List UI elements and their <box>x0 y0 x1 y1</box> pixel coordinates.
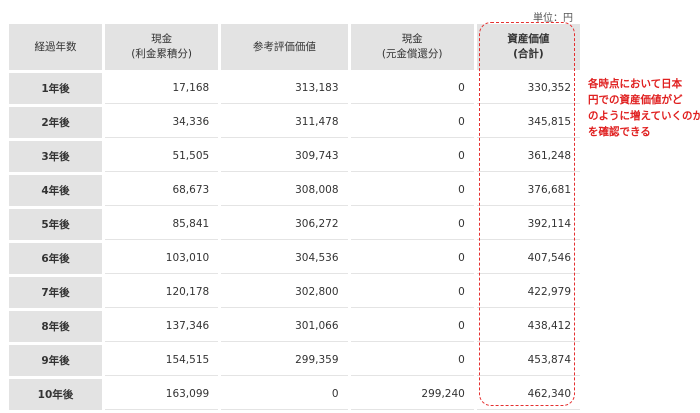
table-row: 7年後 120,178 302,800 0 422,979 <box>9 277 580 308</box>
header-sublabel: (合計) <box>513 48 544 60</box>
header-sublabel: (利金累積分) <box>131 48 192 60</box>
header-label: 資産価値 <box>507 33 550 45</box>
cash-interest-cell: 85,841 <box>104 209 219 240</box>
total-asset-value-cell: 392,114 <box>476 209 580 240</box>
total-asset-value-cell: 453,874 <box>476 345 580 376</box>
year-cell: 2年後 <box>9 107 102 138</box>
table-row: 9年後 154,515 299,359 0 453,874 <box>9 345 580 376</box>
cash-principal-cell: 0 <box>350 345 474 376</box>
cash-interest-cell: 137,346 <box>104 311 219 342</box>
year-cell: 8年後 <box>9 311 102 342</box>
year-cell: 5年後 <box>9 209 102 240</box>
table-header-row: 経過年数 現金 (利金累積分) 参考評価価値 現金 (元金償還分) 資産価値 (… <box>9 24 580 70</box>
cash-interest-cell: 120,178 <box>104 277 219 308</box>
header-label: 参考評価価値 <box>252 40 316 53</box>
header-sublabel: (元金償還分) <box>381 48 443 60</box>
header-reference-value: 参考評価価値 <box>221 24 348 70</box>
reference-value-cell: 306,272 <box>221 209 348 240</box>
reference-value-cell: 304,536 <box>221 243 348 274</box>
year-cell: 9年後 <box>9 345 102 376</box>
cash-principal-cell: 0 <box>350 277 474 308</box>
table-row: 6年後 103,010 304,536 0 407,546 <box>9 243 580 274</box>
callout-line: 円での資産価値がど <box>588 94 683 106</box>
cash-interest-cell: 163,099 <box>104 379 219 410</box>
callout-note: 各時点において日本 円での資産価値がど のように増えていくのか を確認できる <box>588 76 700 140</box>
cash-interest-cell: 51,505 <box>104 141 219 172</box>
reference-value-cell: 299,359 <box>221 345 348 376</box>
reference-value-cell: 311,478 <box>221 107 348 138</box>
year-cell: 10年後 <box>9 379 102 410</box>
header-label: 経過年数 <box>34 40 77 53</box>
cash-principal-cell: 299,240 <box>350 379 474 410</box>
header-label: 現金 <box>151 33 173 45</box>
year-cell: 6年後 <box>9 243 102 274</box>
cash-principal-cell: 0 <box>350 243 474 274</box>
year-cell: 4年後 <box>9 175 102 206</box>
year-cell: 3年後 <box>9 141 102 172</box>
header-cash-principal: 現金 (元金償還分) <box>350 24 474 70</box>
cash-interest-cell: 17,168 <box>104 73 219 104</box>
table-row: 5年後 85,841 306,272 0 392,114 <box>9 209 580 240</box>
cash-principal-cell: 0 <box>350 73 474 104</box>
asset-value-table: 経過年数 現金 (利金累積分) 参考評価価値 現金 (元金償還分) 資産価値 (… <box>6 21 583 413</box>
table-row: 3年後 51,505 309,743 0 361,248 <box>9 141 580 172</box>
total-asset-value-cell: 422,979 <box>476 277 580 308</box>
table-row: 10年後 163,099 0 299,240 462,340 <box>9 379 580 410</box>
total-asset-value-cell: 376,681 <box>476 175 580 206</box>
reference-value-cell: 302,800 <box>221 277 348 308</box>
total-asset-value-cell: 407,546 <box>476 243 580 274</box>
year-cell: 1年後 <box>9 73 102 104</box>
header-label: 現金 <box>401 33 423 45</box>
cash-principal-cell: 0 <box>350 175 474 206</box>
cash-interest-cell: 34,336 <box>104 107 219 138</box>
cash-principal-cell: 0 <box>350 141 474 172</box>
cash-principal-cell: 0 <box>350 311 474 342</box>
reference-value-cell: 301,066 <box>221 311 348 342</box>
table-row: 1年後 17,168 313,183 0 330,352 <box>9 73 580 104</box>
total-asset-value-cell: 438,412 <box>476 311 580 342</box>
reference-value-cell: 309,743 <box>221 141 348 172</box>
callout-line: のように増えていくのか <box>588 110 700 122</box>
reference-value-cell: 308,008 <box>221 175 348 206</box>
header-total-asset-value: 資産価値 (合計) <box>476 24 580 70</box>
header-cash-interest: 現金 (利金累積分) <box>104 24 219 70</box>
callout-line: を確認できる <box>588 126 651 138</box>
total-asset-value-cell: 462,340 <box>476 379 580 410</box>
total-asset-value-cell: 345,815 <box>476 107 580 138</box>
table-row: 2年後 34,336 311,478 0 345,815 <box>9 107 580 138</box>
year-cell: 7年後 <box>9 277 102 308</box>
reference-value-cell: 0 <box>221 379 348 410</box>
cash-interest-cell: 68,673 <box>104 175 219 206</box>
table-row: 4年後 68,673 308,008 0 376,681 <box>9 175 580 206</box>
cash-principal-cell: 0 <box>350 107 474 138</box>
total-asset-value-cell: 330,352 <box>476 73 580 104</box>
cash-interest-cell: 154,515 <box>104 345 219 376</box>
header-elapsed-years: 経過年数 <box>9 24 102 70</box>
callout-line: 各時点において日本 <box>588 78 683 90</box>
table-row: 8年後 137,346 301,066 0 438,412 <box>9 311 580 342</box>
cash-principal-cell: 0 <box>350 209 474 240</box>
total-asset-value-cell: 361,248 <box>476 141 580 172</box>
cash-interest-cell: 103,010 <box>104 243 219 274</box>
reference-value-cell: 313,183 <box>221 73 348 104</box>
